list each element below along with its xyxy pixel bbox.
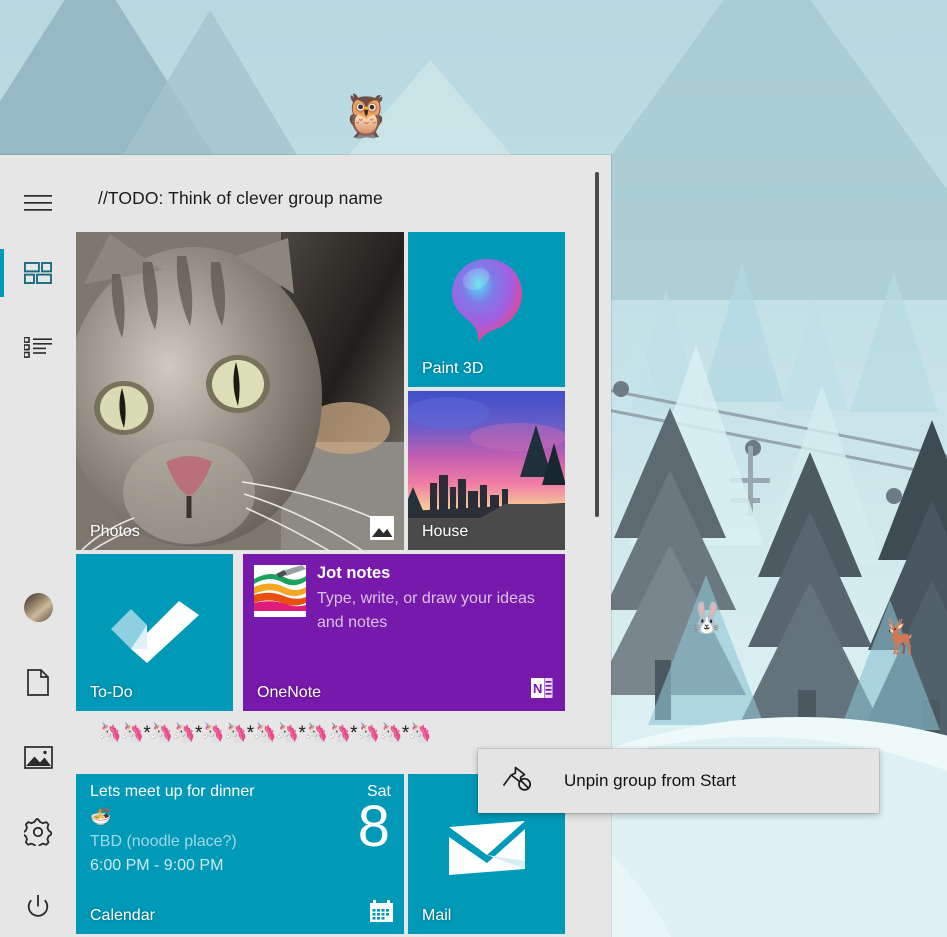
rabbit-icon: 🐰: [688, 602, 726, 635]
sidebar-item-all-apps[interactable]: [0, 324, 76, 372]
picture-badge-icon: [370, 516, 394, 540]
group-header-2[interactable]: 🦄🦄*🦄🦄*🦄🦄*🦄🦄*🦄🦄*🦄🦄*🦄: [98, 721, 432, 745]
tile-calendar[interactable]: Lets meet up for dinner 🍜 TBD (noodle pl…: [76, 774, 404, 934]
start-menu: //TODO: Think of clever group name Photo…: [0, 155, 611, 937]
calendar-event-location: TBD (noodle place?): [90, 833, 237, 850]
sidebar-item-pictures[interactable]: [0, 733, 76, 781]
group-header-1[interactable]: //TODO: Think of clever group name: [98, 188, 383, 209]
tile-onenote[interactable]: Jot notes Type, write, or draw your idea…: [243, 554, 565, 711]
hamburger-icon: [24, 194, 52, 212]
calendar-day-number: 8: [357, 794, 390, 859]
paint3d-teardrop-icon: [450, 257, 524, 344]
tile-onenote-label: OneNote: [257, 684, 322, 701]
sidebar-item-pinned-tiles[interactable]: [0, 249, 76, 297]
hamburger-menu-button[interactable]: [0, 179, 76, 227]
cat-photo-art: [76, 232, 404, 550]
tile-paint-3d[interactable]: Paint 3D: [408, 232, 565, 387]
deer-icon: 🦌: [880, 618, 923, 656]
pinned-tiles-icon: [24, 262, 52, 284]
lift-car-1: [613, 381, 629, 397]
sidebar-item-power[interactable]: [0, 883, 76, 931]
onenote-body-text: Type, write, or draw your ideas and note…: [317, 590, 535, 631]
owl-icon: 🦉: [340, 92, 393, 139]
tile-paint-3d-label: Paint 3D: [422, 360, 484, 377]
avatar: [23, 592, 53, 622]
tile-calendar-label: Calendar: [90, 907, 155, 924]
checkmark-icon: [109, 593, 201, 663]
power-icon: [25, 894, 51, 920]
svg-text:N: N: [533, 681, 542, 696]
calendar-badge-icon: [370, 900, 394, 924]
calendar-event-subject: Lets meet up for dinner: [90, 783, 255, 800]
sidebar-item-documents[interactable]: [0, 658, 76, 706]
all-apps-list-icon: [24, 337, 52, 359]
noodle-icon: 🍜: [90, 807, 112, 826]
context-menu: Unpin group from Start: [478, 749, 879, 813]
start-menu-rail: [0, 155, 76, 937]
gear-icon: [24, 818, 52, 846]
onenote-pen-strokes-thumbnail: [254, 565, 306, 617]
tile-house[interactable]: House: [408, 391, 565, 550]
tiles-scrollbar[interactable]: [590, 155, 604, 937]
tiles-pane: //TODO: Think of clever group name Photo…: [76, 155, 611, 937]
tile-house-label: House: [422, 523, 469, 540]
document-icon: [27, 668, 49, 696]
tiles-scrollbar-thumb[interactable]: [595, 172, 599, 517]
tile-photos[interactable]: Photos: [76, 232, 404, 550]
sidebar-item-user-account[interactable]: [0, 583, 76, 631]
tile-mail-label: Mail: [422, 907, 452, 924]
envelope-icon: [448, 820, 525, 875]
onenote-headline: Jot notes: [317, 564, 391, 582]
context-menu-item-label: Unpin group from Start: [564, 771, 736, 790]
tile-photos-label: Photos: [90, 523, 140, 540]
sidebar-item-settings[interactable]: [0, 808, 76, 856]
context-menu-item-unpin-group[interactable]: Unpin group from Start: [478, 749, 879, 813]
unpin-icon: [502, 765, 534, 798]
onenote-n-badge: N: [531, 677, 555, 701]
tile-to-do-label: To-Do: [90, 684, 133, 701]
picture-icon: [23, 745, 53, 769]
calendar-event-time: 6:00 PM - 9:00 PM: [90, 857, 224, 874]
tile-to-do[interactable]: To-Do: [76, 554, 233, 711]
